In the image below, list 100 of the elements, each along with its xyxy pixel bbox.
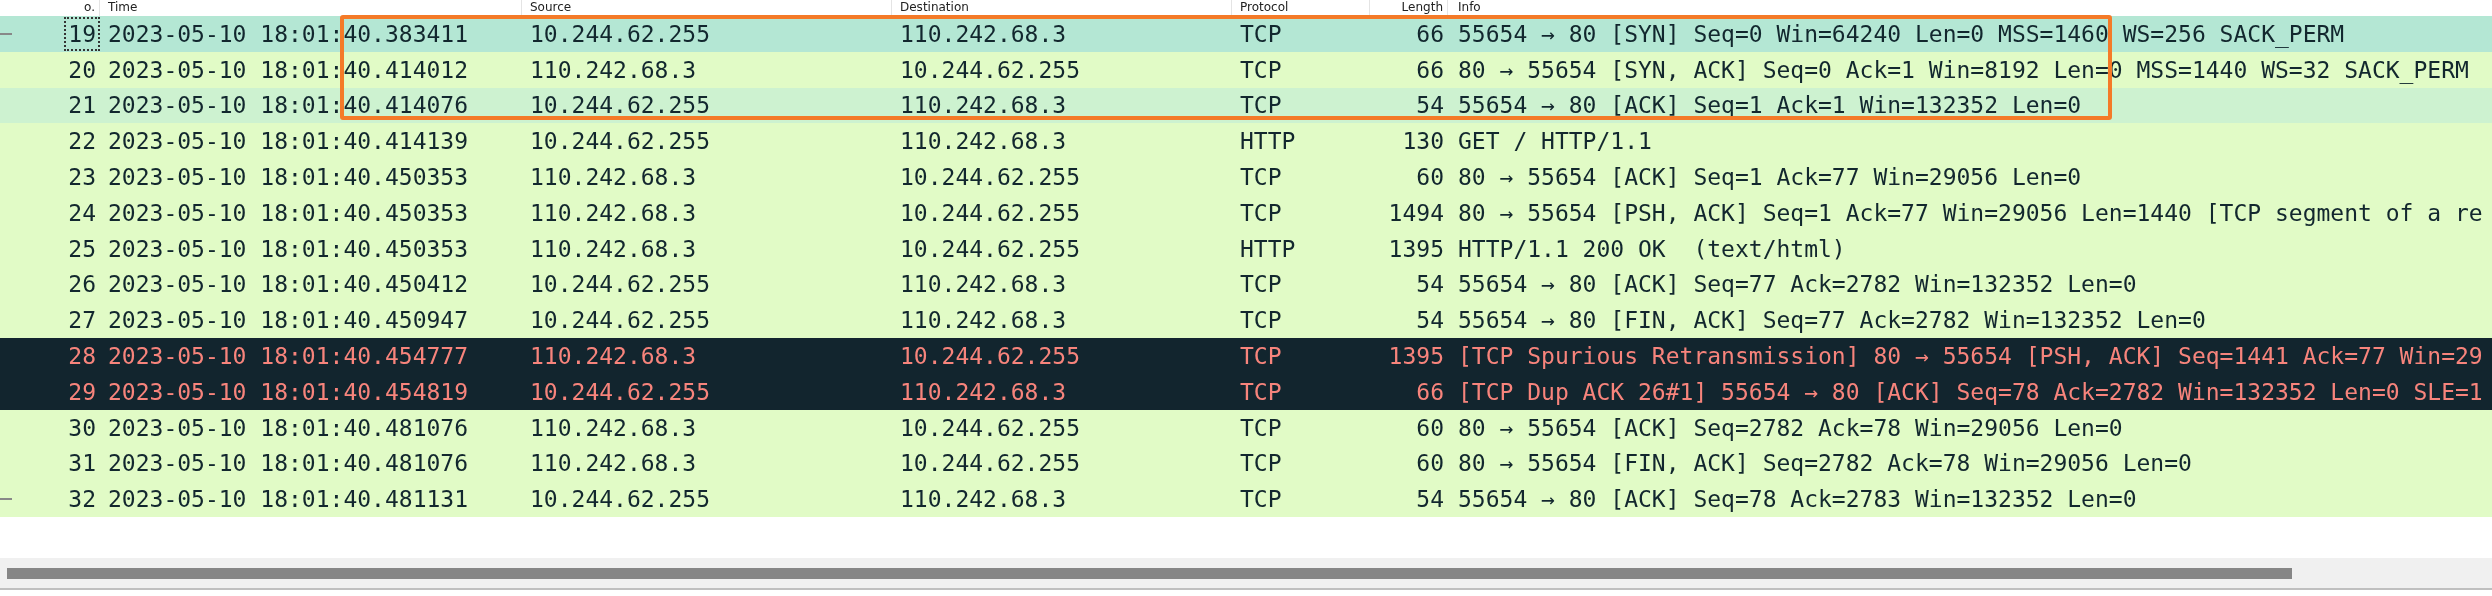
packet-row[interactable]: 23 2023-05-10 18:01:40.450353 110.242.68.3 10.244.62.255 TCP 60 80 → 55654 [ACK] Seq=1 Ack=77 Win=29056 Len=0 (0, 159, 2492, 195)
table-cell: 24 (68, 199, 96, 226)
table-cell: TCP (1240, 56, 1282, 83)
table-cell: TCP (1240, 343, 1282, 370)
column-header[interactable]: Source (522, 0, 892, 16)
table-cell: HTTP (1240, 128, 1296, 155)
packet-row[interactable]: 24 2023-05-10 18:01:40.450353 110.242.68.3 10.244.62.255 TCP 1494 80 → 55654 [PSH, ACK] Seq=1 Ack=77 Win=29056 Len=1440 [TCP segment of a re (0, 195, 2492, 231)
table-cell: 110.242.68.3 (900, 92, 1067, 119)
table-cell: 32 (68, 486, 96, 513)
table-cell: 10.244.62.255 (530, 20, 710, 47)
table-cell: 2023-05-10 18:01:40.481076 (108, 414, 469, 441)
table-cell: TCP (1240, 20, 1282, 47)
table-cell: 20 (68, 56, 96, 83)
scrollbar-thumb[interactable] (7, 567, 2292, 579)
table-cell: 55654 → 80 [ACK] Seq=1 Ack=1 Win=132352 Len=0 (1458, 92, 2082, 119)
column-header[interactable]: Destination (892, 0, 1232, 16)
table-cell: 130 (1402, 128, 1444, 155)
table-cell: 2023-05-10 18:01:40.450353 (108, 235, 469, 262)
table-cell: 54 (1416, 271, 1444, 298)
table-cell: 30 (68, 414, 96, 441)
table-cell: 21 (68, 92, 96, 119)
table-cell: 1395 (1388, 343, 1444, 370)
table-cell: 80 → 55654 [FIN, ACK] Seq=2782 Ack=78 Win=29056 Len=0 (1458, 450, 2192, 477)
packet-row[interactable]: 31 2023-05-10 18:01:40.481076 110.242.68.3 10.244.62.255 TCP 60 80 → 55654 [FIN, ACK] Seq=2782 Ack=78 Win=29056 Len=0 (0, 445, 2492, 482)
table-cell: 110.242.68.3 (900, 378, 1067, 405)
scrollbar-track[interactable] (0, 558, 2492, 590)
table-cell: TCP (1240, 307, 1282, 334)
table-cell: 10.244.62.255 (530, 271, 710, 298)
table-cell: 110.242.68.3 (530, 235, 697, 262)
table-cell: 110.242.68.3 (900, 271, 1067, 298)
table-cell: 66 (1416, 378, 1444, 405)
table-cell: 54 (1416, 307, 1444, 334)
table-cell: 10.244.62.255 (530, 307, 710, 334)
table-cell: TCP (1240, 414, 1282, 441)
table-cell: 10.244.62.255 (900, 450, 1080, 477)
table-cell: 2023-05-10 18:01:40.450353 (108, 199, 469, 226)
table-cell: 110.242.68.3 (530, 164, 697, 191)
column-header[interactable]: Length (1370, 0, 1448, 16)
table-cell: 110.242.68.3 (900, 20, 1067, 47)
table-cell: 22 (68, 128, 96, 155)
table-cell: 110.242.68.3 (530, 56, 697, 83)
table-cell: 80 → 55654 [ACK] Seq=1 Ack=77 Win=29056 Len=0 (1458, 164, 2082, 191)
table-cell: TCP (1240, 378, 1282, 405)
table-cell: TCP (1240, 164, 1282, 191)
table-cell: 26 (68, 271, 96, 298)
table-cell: 10.244.62.255 (530, 92, 710, 119)
table-cell: 27 (68, 307, 96, 334)
table-cell: GET / HTTP/1.1 (1458, 128, 1652, 155)
table-cell: 25 (68, 235, 96, 262)
table-cell: 10.244.62.255 (900, 56, 1080, 83)
table-cell: 110.242.68.3 (530, 343, 697, 370)
table-cell: 28 (68, 343, 96, 370)
table-cell: 10.244.62.255 (530, 378, 710, 405)
table-cell: 110.242.68.3 (900, 307, 1067, 334)
table-cell: 29 (68, 378, 96, 405)
table-cell: 80 → 55654 [ACK] Seq=2782 Ack=78 Win=29056 Len=0 (1458, 414, 2123, 441)
packet-row[interactable]: 22 2023-05-10 18:01:40.414139 10.244.62.255 110.242.68.3 HTTP 130 GET / HTTP/1.1 (0, 123, 2492, 160)
column-header[interactable]: Info (1448, 0, 2492, 16)
packet-row[interactable]: 25 2023-05-10 18:01:40.450353 110.242.68.3 10.244.62.255 HTTP 1395 HTTP/1.1 200 OK (text/html) (0, 230, 2492, 267)
packet-row[interactable]: 29 2023-05-10 18:01:40.454819 10.244.62.255 110.242.68.3 TCP 66 [TCP Dup ACK 26#1] 55654 → 80 [ACK] Seq=78 Ack=2782 Win=132352 Len=0 SLE=1 (0, 373, 2492, 410)
table-cell: 2023-05-10 18:01:40.450947 (108, 307, 469, 334)
table-cell: TCP (1240, 92, 1282, 119)
table-cell: 110.242.68.3 (900, 128, 1067, 155)
table-cell: 2023-05-10 18:01:40.450412 (108, 271, 469, 298)
table-cell: 60 (1416, 450, 1444, 477)
table-cell: 80 → 55654 [PSH, ACK] Seq=1 Ack=77 Win=29056 Len=1440 [TCP segment of a re (1458, 199, 2483, 226)
table-cell: TCP (1240, 450, 1282, 477)
table-cell: 2023-05-10 18:01:40.454777 (108, 343, 469, 370)
table-cell: TCP (1240, 486, 1282, 513)
table-cell: 66 (1416, 56, 1444, 83)
table-cell: 23 (68, 164, 96, 191)
table-cell: HTTP/1.1 200 OK (text/html) (1458, 235, 1846, 262)
table-cell: 54 (1416, 486, 1444, 513)
table-cell: 10.244.62.255 (900, 414, 1080, 441)
table-cell: 55654 → 80 [SYN] Seq=0 Win=64240 Len=0 MSS=1460 WS=256 SACK_PERM (1458, 20, 2345, 47)
table-cell: 55654 → 80 [ACK] Seq=77 Ack=2782 Win=132352 Len=0 (1458, 271, 2137, 298)
packet-row[interactable]: 26 2023-05-10 18:01:40.450412 10.244.62.255 110.242.68.3 TCP 54 55654 → 80 [ACK] Seq=77 Ack=2782 Win=132352 Len=0 (0, 266, 2492, 303)
packet-row[interactable]: 27 2023-05-10 18:01:40.450947 10.244.62.255 110.242.68.3 TCP 54 55654 → 80 [FIN, ACK] Seq=77 Ack=2782 Win=132352 Len=0 (0, 302, 2492, 339)
table-cell: 31 (68, 450, 96, 477)
table-cell: 10.244.62.255 (900, 235, 1080, 262)
packet-row[interactable]: 28 2023-05-10 18:01:40.454777 110.242.68.3 10.244.62.255 TCP 1395 [TCP Spurious Retransmission] 80 → 55654 [PSH, ACK] Seq=1441 Ack=77 Win=29 (0, 338, 2492, 374)
table-cell: [TCP Dup ACK 26#1] 55654 → 80 [ACK] Seq=78 Ack=2782 Win=132352 Len=0 SLE=1 (1458, 378, 2483, 405)
packet-row[interactable]: 32 2023-05-10 18:01:40.481131 10.244.62.255 110.242.68.3 TCP 54 55654 → 80 [ACK] Seq=78 Ack=2783 Win=132352 Len=0 (0, 481, 2492, 518)
packet-row[interactable]: 30 2023-05-10 18:01:40.481076 110.242.68.3 10.244.62.255 TCP 60 80 → 55654 [ACK] Seq=2782 Ack=78 Win=29056 Len=0 (0, 409, 2492, 446)
table-cell: 55654 → 80 [ACK] Seq=78 Ack=2783 Win=132352 Len=0 (1458, 486, 2137, 513)
table-cell: HTTP (1240, 235, 1296, 262)
table-cell: 110.242.68.3 (530, 414, 697, 441)
table-cell: TCP (1240, 271, 1282, 298)
table-cell: 1395 (1388, 235, 1444, 262)
table-cell: 10.244.62.255 (900, 343, 1080, 370)
table-cell: 55654 → 80 [FIN, ACK] Seq=77 Ack=2782 Win=132352 Len=0 (1458, 307, 2206, 334)
table-cell: 2023-05-10 18:01:40.414139 (108, 128, 469, 155)
table-cell: 1494 (1388, 199, 1444, 226)
table-cell: 10.244.62.255 (900, 164, 1080, 191)
table-cell: 66 (1416, 20, 1444, 47)
table-cell: TCP (1240, 199, 1282, 226)
table-cell: 10.244.62.255 (530, 128, 710, 155)
table-cell: 110.242.68.3 (530, 450, 697, 477)
table-cell: 110.242.68.3 (900, 486, 1067, 513)
column-header[interactable]: Protocol (1232, 0, 1370, 16)
